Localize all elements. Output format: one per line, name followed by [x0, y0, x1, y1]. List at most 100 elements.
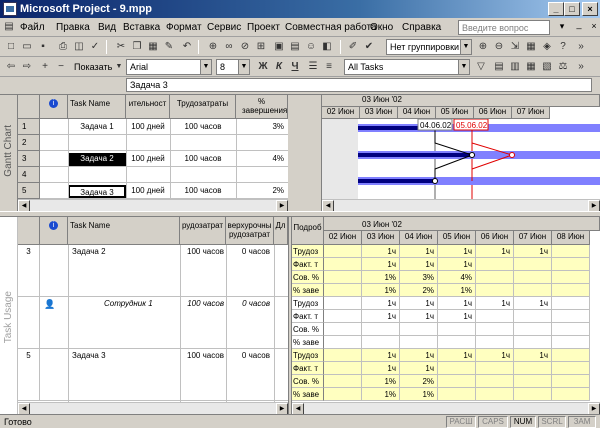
usage-value-cell[interactable] [324, 310, 362, 323]
percent-complete-cell[interactable]: 2% [236, 186, 284, 195]
notes-icon[interactable]: ▤ [288, 40, 302, 54]
usage-value-cell[interactable]: 2% [400, 375, 438, 388]
plus-icon[interactable]: + [38, 60, 52, 74]
autofilter-icon[interactable]: ▽ [474, 60, 488, 74]
close-button[interactable]: × [582, 2, 598, 16]
usage-value-cell[interactable]: 1ч [362, 362, 400, 375]
percent-complete-cell[interactable]: 3% [236, 122, 284, 131]
usage-value-cell[interactable]: 1% [362, 388, 400, 401]
menu-insert[interactable]: Вставка [123, 22, 160, 33]
assign-resources-icon[interactable]: ☺ [304, 40, 318, 54]
usage-value-cell[interactable] [324, 349, 362, 362]
task-info-icon[interactable]: ▣ [272, 40, 286, 54]
usage-value-cell[interactable] [514, 362, 552, 375]
filter-select[interactable]: All Tasks ▼ [344, 59, 470, 75]
col-duration[interactable]: ительност [126, 95, 170, 119]
hyperlink-icon[interactable]: ⊕ [206, 40, 220, 54]
usage-work-cell[interactable]: 100 часов [180, 351, 224, 360]
usage-value-cell[interactable]: 1ч [400, 310, 438, 323]
usage-value-cell[interactable] [324, 271, 362, 284]
open-icon[interactable]: ▭ [20, 40, 34, 54]
row-id[interactable]: 3 [18, 245, 40, 297]
usage-day-header[interactable]: 06 Июн [476, 231, 514, 245]
usage-value-cell[interactable]: 1ч [514, 297, 552, 310]
usage-value-cell[interactable]: 4% [438, 271, 476, 284]
usage-timescale-major[interactable]: 03 Июн '02 [324, 217, 600, 231]
task-name-cell[interactable]: Задача 2 [68, 153, 126, 166]
usage-value-cell[interactable] [324, 336, 362, 349]
bottom-table-scrollbar[interactable]: ◀ ▶ [18, 402, 288, 414]
menu-tools[interactable]: Сервис [207, 22, 241, 33]
bottom-grid-scrollbar[interactable]: ◀ ▶ [292, 402, 600, 414]
show-button[interactable]: Показать [74, 62, 112, 72]
usage-value-cell[interactable] [552, 258, 590, 271]
split-icon[interactable]: ⊞ [254, 40, 268, 54]
spelling-icon[interactable]: ✓ [88, 40, 102, 54]
usage-value-cell[interactable] [438, 375, 476, 388]
scroll-right-icon[interactable]: ▶ [276, 200, 288, 211]
usage-value-cell[interactable]: 1ч [400, 245, 438, 258]
show-dropdown-icon[interactable]: ▼ [112, 60, 126, 74]
gantt-day-header[interactable]: 04 Июн [398, 107, 436, 119]
col-task-name[interactable]: Task Name [68, 217, 180, 245]
row-id[interactable]: 2 [18, 135, 40, 151]
arrow-left-icon[interactable]: ⇦ [4, 60, 18, 74]
usage-value-cell[interactable] [552, 336, 590, 349]
usage-value-cell[interactable]: 1ч [362, 349, 400, 362]
usage-value-cell[interactable]: 1% [400, 388, 438, 401]
usage-value-cell[interactable] [476, 362, 514, 375]
col-details[interactable]: Подроб [292, 217, 324, 245]
usage-value-cell[interactable] [514, 323, 552, 336]
usage-value-cell[interactable]: 1% [438, 284, 476, 297]
scroll-left-icon[interactable]: ◀ [292, 403, 304, 414]
balance-icon[interactable]: ⚖ [556, 60, 570, 74]
usage-value-cell[interactable] [324, 258, 362, 271]
duration-cell[interactable]: 100 дней [126, 186, 170, 195]
scroll-left-icon[interactable]: ◀ [18, 200, 30, 211]
menu-help[interactable]: Справка [402, 22, 441, 33]
minus-icon[interactable]: − [54, 60, 68, 74]
italic-button[interactable]: К [272, 60, 286, 74]
usage-value-cell[interactable]: 3% [400, 271, 438, 284]
help-search-input[interactable]: Введите вопрос [458, 20, 550, 35]
col-work[interactable]: рудозатрат [180, 217, 226, 245]
minimize-button[interactable]: _ [548, 2, 564, 16]
document-icon[interactable]: ▤ [2, 20, 16, 34]
usage-value-cell[interactable] [552, 323, 590, 336]
usage-day-header[interactable]: 04 Июн [400, 231, 438, 245]
usage-value-cell[interactable] [514, 258, 552, 271]
copy-icon[interactable]: ❐ [130, 40, 144, 54]
usage-value-cell[interactable] [324, 323, 362, 336]
toolbar-options-icon[interactable]: » [574, 40, 588, 54]
usage-value-cell[interactable] [324, 284, 362, 297]
save-icon[interactable]: ▪ [36, 40, 50, 54]
menu-edit[interactable]: Правка [56, 22, 90, 33]
unlink-icon[interactable]: ⊘ [238, 40, 252, 54]
usage-value-cell[interactable]: 1ч [438, 349, 476, 362]
menu-window[interactable]: Окно [370, 22, 393, 33]
align-left-icon[interactable]: ☰ [306, 60, 320, 74]
menu-project[interactable]: Проект [247, 22, 280, 33]
font-size-select[interactable]: 8 ▼ [216, 59, 250, 75]
duration-cell[interactable]: 100 дней [126, 154, 170, 163]
toolbar-options-icon[interactable]: » [574, 60, 588, 74]
gantt-timescale-major[interactable]: 03 Июн '02 [322, 95, 600, 107]
usage-value-cell[interactable] [476, 375, 514, 388]
col-overtime-work[interactable]: верхурочны рудозатрат [226, 217, 274, 245]
gantt-chart-area[interactable]: 04.06.02 05.06.02 [322, 119, 600, 199]
top-table-scrollbar[interactable]: ◀ ▶ [18, 199, 288, 211]
task-name-cell[interactable]: Задача 1 [68, 121, 126, 134]
gantt-day-header[interactable]: 06 Июн [474, 107, 512, 119]
col-percent-complete[interactable]: % завершения [236, 95, 288, 119]
goto-task-icon[interactable]: ⇲ [508, 40, 522, 54]
usage-overtime-cell[interactable]: 0 часов [226, 247, 270, 256]
usage-value-cell[interactable] [324, 388, 362, 401]
usage-value-cell[interactable] [514, 388, 552, 401]
usage-value-cell[interactable]: 1ч [476, 297, 514, 310]
new-icon[interactable]: □ [4, 40, 18, 54]
usage-value-cell[interactable] [400, 336, 438, 349]
usage-value-cell[interactable]: 2% [400, 284, 438, 297]
usage-value-cell[interactable]: 1ч [362, 258, 400, 271]
format-painter-icon[interactable]: ✎ [162, 40, 176, 54]
usage-day-header[interactable]: 02 Июн [324, 231, 362, 245]
